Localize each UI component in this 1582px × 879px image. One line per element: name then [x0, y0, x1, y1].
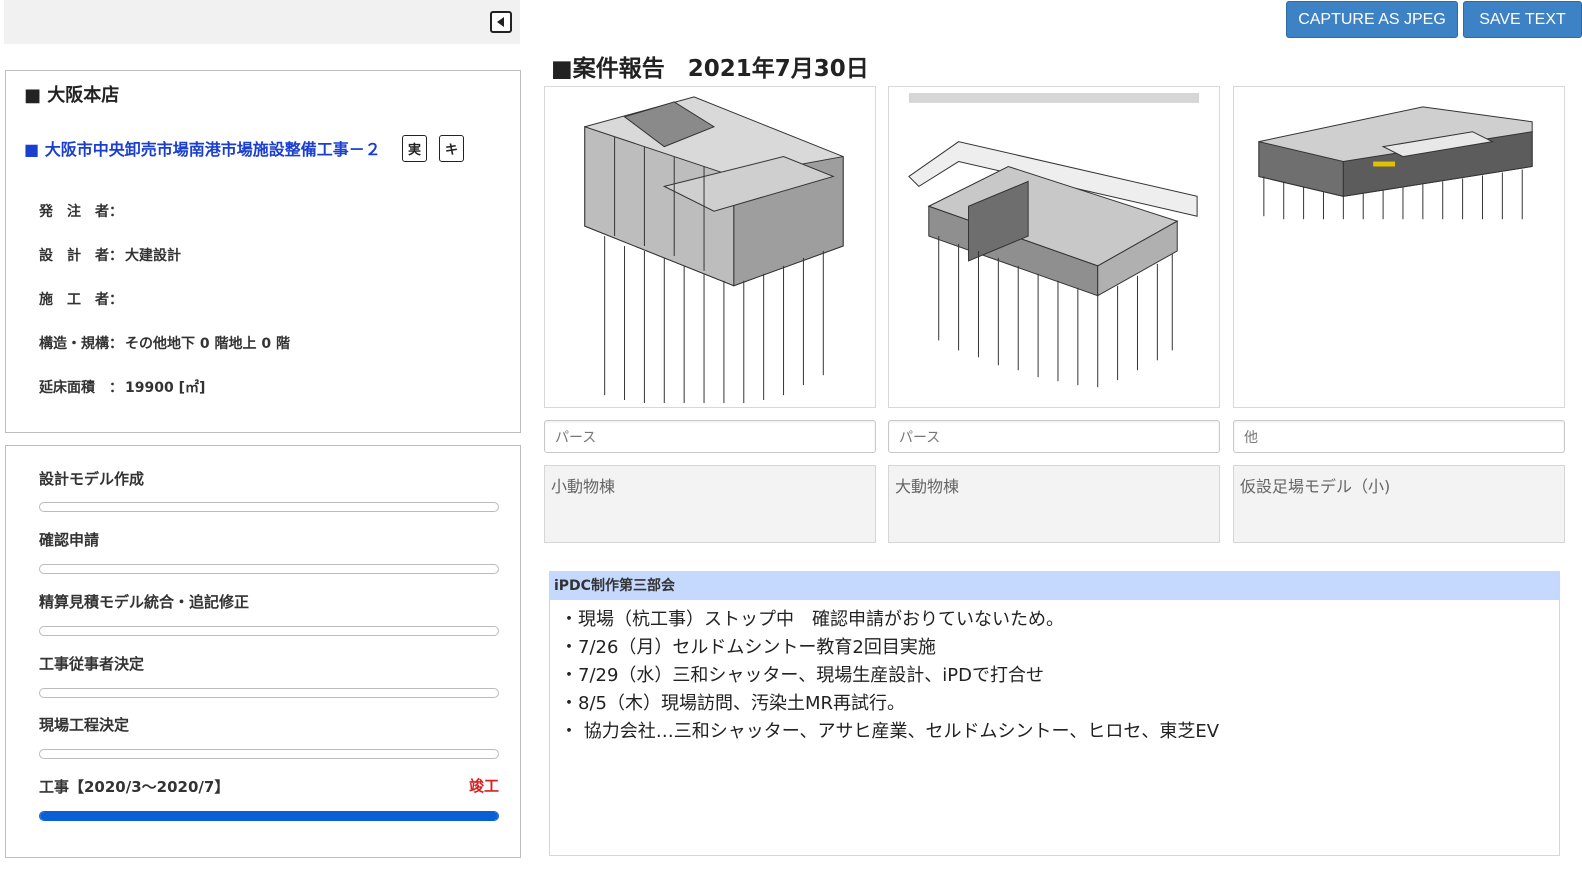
step-label: 工事【2020/3～2020/7】 — [39, 778, 230, 796]
step-progress-bar — [39, 564, 499, 574]
step-progress-bar — [39, 502, 499, 512]
info-label: 設 計 者： — [39, 248, 123, 264]
info-label: 発 注 者： — [39, 204, 123, 220]
info-floor-area: 延床面積 ： 19900 [㎡] — [39, 377, 205, 397]
building-model-image — [908, 92, 1200, 388]
memo-line: ・7/29（水）三和シャッター、現場生産設計、iPDで打合せ — [560, 665, 1044, 686]
memo-line: ・ 協力会社…三和シャッター、アサヒ産業、セルドムシントー、ヒロセ、東芝EV — [560, 721, 1220, 742]
info-label: 構造・規構： — [39, 336, 123, 352]
memo-lines: ・現場（杭工事）ストップ中 確認申請がおりていないため。 ・7/26（月）セルド… — [550, 606, 1559, 746]
step-progress-bar — [39, 688, 499, 698]
report-memo[interactable]: iPDC制作第三部会 ・現場（杭工事）ストップ中 確認申請がおりていないため。 … — [549, 571, 1560, 856]
info-orderer: 発 注 者： — [39, 201, 125, 221]
progress-panel: 設計モデル作成 確認申請 精算見積モデル統合・追記修正 工事従事者決定 現場工程… — [5, 445, 521, 858]
report-title: ■案件報告 2021年7月30日 — [551, 56, 869, 82]
info-designer: 設 計 者： 大建設計 — [39, 245, 181, 265]
status-badge-done: 竣工 — [469, 777, 500, 795]
memo-header: iPDC制作第三部会 — [550, 572, 1559, 600]
step-label: 精算見積モデル統合・追記修正 — [39, 593, 250, 611]
memo-line: ・7/26（月）セルドムシントー教育2回目実施 — [560, 637, 936, 658]
step-progress-bar — [39, 811, 499, 821]
scaffold-model-image — [1258, 106, 1533, 220]
step-label: 確認申請 — [39, 531, 100, 549]
tag-button-ki[interactable]: キ — [439, 135, 464, 162]
model-thumbnail-3[interactable] — [1233, 86, 1565, 408]
step-label: 工事従事者決定 — [39, 655, 145, 673]
tag-button-jitsu[interactable]: 実 — [402, 135, 427, 162]
info-structure: 構造・規構： その他地下 0 階地上 0 階 — [39, 333, 290, 353]
step-label: 設計モデル作成 — [39, 470, 145, 488]
info-value: 19900 [㎡] — [125, 380, 206, 396]
memo-line: ・現場（杭工事）ストップ中 確認申請がおりていないため。 — [560, 609, 1064, 630]
info-label: 延床面積 ： — [39, 380, 123, 396]
sidebar-header — [4, 0, 520, 44]
step-progress-bar — [39, 626, 499, 636]
building-model-image — [584, 96, 844, 404]
caret-left-icon — [497, 17, 504, 27]
step-label: 現場工程決定 — [39, 716, 130, 734]
step-progress-bar — [39, 749, 499, 759]
info-value: その他地下 0 階地上 0 階 — [125, 336, 290, 352]
project-info-panel: ■ 大阪本店 ■ 大阪市中央卸売市場南港市場施設整備工事－２ 実 キ 発 注 者… — [5, 70, 521, 433]
project-title-link[interactable]: ■ 大阪市中央卸売市場南港市場施設整備工事－２ — [24, 136, 381, 160]
memo-line: ・8/5（木）現場訪問、汚染土MR再試行。 — [560, 693, 906, 714]
description-field-1[interactable]: 小動物棟 — [544, 465, 876, 543]
category-input-2[interactable] — [888, 420, 1220, 453]
step-progress-fill — [40, 812, 498, 820]
description-field-3[interactable]: 仮設足場モデル（小) — [1233, 465, 1565, 543]
category-input-3[interactable] — [1233, 420, 1565, 453]
description-field-2[interactable]: 大動物棟 — [888, 465, 1220, 543]
branch-name: ■ 大阪本店 — [24, 85, 120, 106]
model-thumbnail-1[interactable] — [544, 86, 876, 408]
info-contractor: 施 工 者： — [39, 289, 125, 309]
save-text-button[interactable]: SAVE TEXT — [1463, 1, 1582, 38]
capture-jpeg-button[interactable]: CAPTURE AS JPEG — [1286, 1, 1458, 38]
collapse-sidebar-button[interactable] — [490, 11, 512, 33]
model-thumbnail-2[interactable] — [888, 86, 1220, 408]
info-label: 施 工 者： — [39, 292, 123, 308]
info-value: 大建設計 — [125, 248, 181, 264]
category-input-1[interactable] — [544, 420, 876, 453]
